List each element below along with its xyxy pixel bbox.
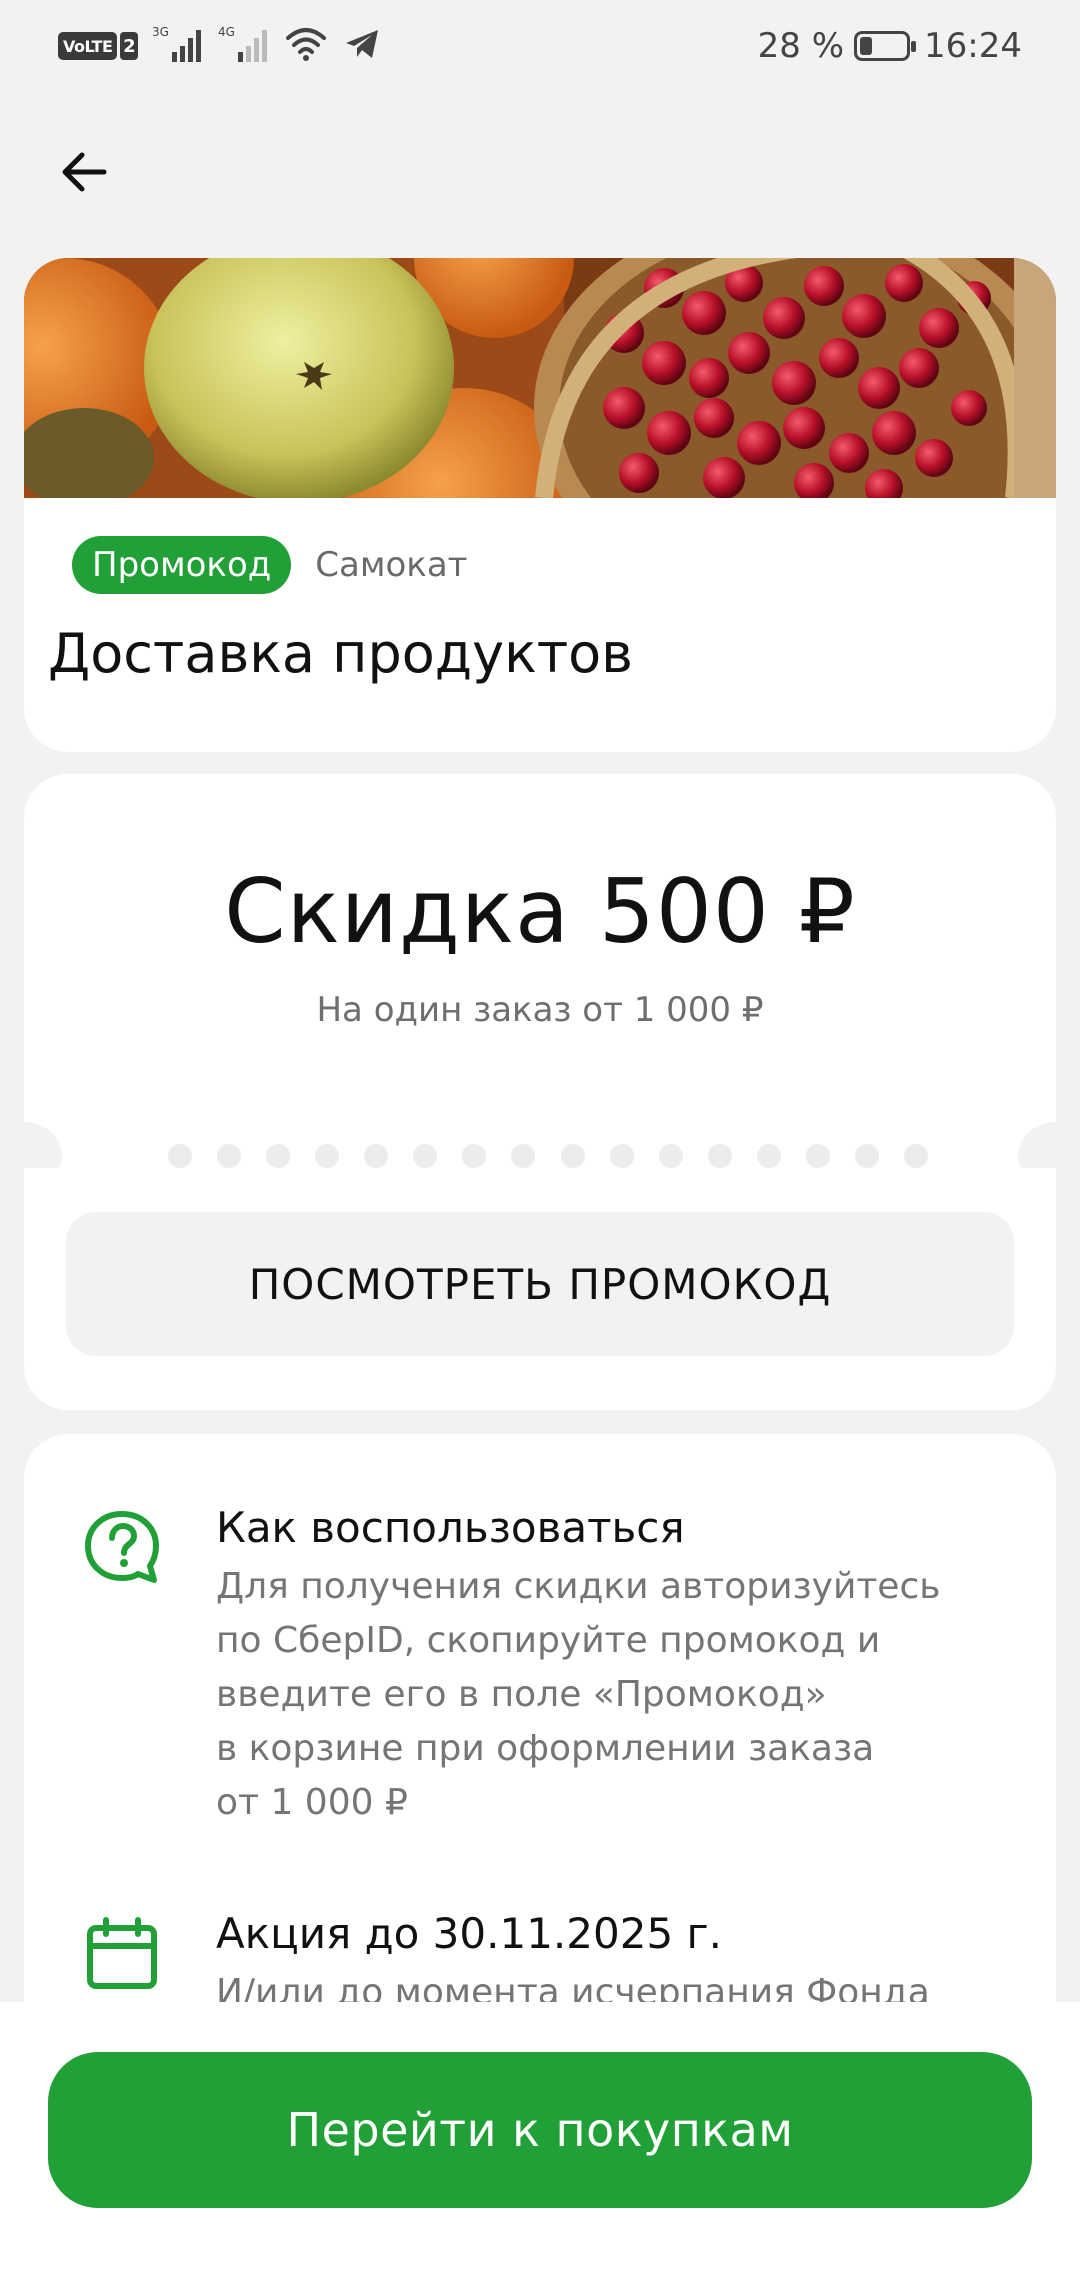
perforation-dot xyxy=(756,1144,781,1168)
promo-details-screen: VoLTE 2 3G 4G 28 % 16:24 Промокод Самока… xyxy=(0,0,1080,2280)
perforation-dot xyxy=(217,1144,242,1168)
discount-subtitle: На один заказ от 1 000 ₽ xyxy=(316,990,764,1030)
battery-percent: 28 % xyxy=(757,26,845,66)
how-to-use-line: введите его в поле «Промокод» xyxy=(216,1674,827,1715)
telegram-icon xyxy=(342,24,382,68)
page-title: Доставка продуктов xyxy=(48,622,634,685)
signal-3g-icon: 3G xyxy=(152,24,204,68)
status-right: 28 % 16:24 xyxy=(758,24,1022,68)
perforation-dot xyxy=(903,1144,928,1168)
signal-4g-icon: 4G xyxy=(218,24,270,68)
perforation-dots xyxy=(168,1144,928,1168)
perforation-dot xyxy=(854,1144,879,1168)
battery-icon xyxy=(854,31,917,61)
perforation-dot xyxy=(168,1144,192,1168)
volte-icon: VoLTE 2 xyxy=(58,32,139,60)
tags-row: Промокод Самокат xyxy=(72,536,467,594)
perforation-dot xyxy=(805,1144,830,1168)
how-to-use-line: Для получения скидки авторизуйтесь xyxy=(216,1566,941,1607)
perforation-dot xyxy=(364,1144,389,1168)
net-4g-label: 4G xyxy=(218,25,235,39)
perforation-dot xyxy=(560,1144,585,1168)
perforation-dot xyxy=(707,1144,732,1168)
discount-title: Скидка 500 ₽ xyxy=(224,860,856,963)
banner-image xyxy=(24,258,1056,498)
how-to-use-line: от 1 000 ₽ xyxy=(216,1782,408,1823)
how-to-use-texts: Как воспользоваться Для получения скидки… xyxy=(216,1500,1016,1830)
perforation-dot xyxy=(658,1144,683,1168)
perforation-dot xyxy=(315,1144,340,1168)
volte-label: VoLTE xyxy=(58,32,118,60)
show-promocode-button[interactable]: ПОСМОТРЕТЬ ПРОМОКОД xyxy=(66,1212,1014,1356)
status-left-icons: VoLTE 2 3G 4G xyxy=(58,24,396,68)
perforation-dot xyxy=(413,1144,438,1168)
bottom-action-bar: Перейти к покупкам xyxy=(0,2002,1080,2280)
promo-period-heading: Акция до 30.11.2025 г. xyxy=(216,1909,722,1958)
arrow-left-icon xyxy=(62,152,107,192)
question-chat-icon xyxy=(82,1508,162,1588)
how-to-use-heading: Как воспользоваться xyxy=(216,1503,685,1552)
perforation-dot xyxy=(462,1144,487,1168)
go-shopping-button[interactable]: Перейти к покупкам xyxy=(48,2052,1032,2208)
how-to-use-line: по СберID, скопируйте промокод и xyxy=(216,1620,881,1661)
back-button[interactable] xyxy=(52,140,116,204)
how-to-use-line: в корзине при оформлении заказа xyxy=(216,1728,875,1769)
clock: 16:24 xyxy=(924,26,1022,66)
perforation-dot xyxy=(609,1144,634,1168)
perforation-dot xyxy=(266,1144,291,1168)
net-3g-label: 3G xyxy=(152,25,169,39)
wifi-icon xyxy=(284,24,328,68)
sim-number: 2 xyxy=(120,32,139,60)
discount-card: Скидка 500 ₽ На один заказ от 1 000 ₽ ПО… xyxy=(0,774,1080,1410)
brand-label: Самокат xyxy=(315,545,468,585)
promo-badge: Промокод xyxy=(72,536,292,594)
battery-fill xyxy=(860,37,873,55)
perforation-dot xyxy=(511,1144,536,1168)
status-bar: VoLTE 2 3G 4G 28 % 16:24 xyxy=(0,0,1080,92)
how-to-use-body: Для получения скидки авторизуйтесь по Сб… xyxy=(216,1560,1016,1830)
calendar-icon xyxy=(82,1914,162,1994)
